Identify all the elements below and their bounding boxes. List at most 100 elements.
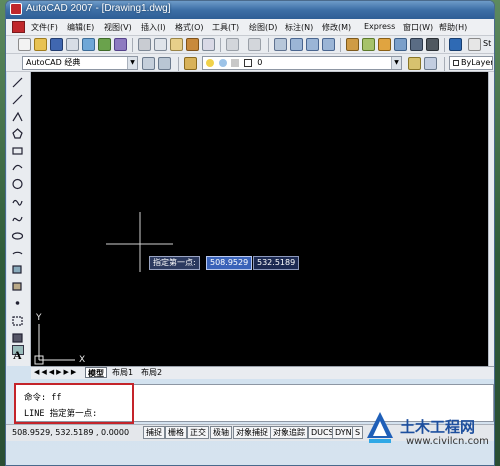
revision-cloud-icon xyxy=(12,199,23,206)
lightbulb-icon xyxy=(206,58,214,67)
redo-icon[interactable] xyxy=(248,38,261,51)
osnap-toggle[interactable]: 对象捕捉 xyxy=(233,426,271,439)
sheet-set-icon[interactable] xyxy=(394,38,407,51)
quick-calc-icon[interactable] xyxy=(426,38,439,51)
polygon-icon xyxy=(12,128,23,139)
otrack-toggle[interactable]: 对象追踪 xyxy=(270,426,308,439)
make-block-icon xyxy=(12,282,22,291)
tab-navigation-arrows[interactable]: ◀◀◀▶▶▶ xyxy=(34,368,78,376)
design-center-icon[interactable] xyxy=(362,38,375,51)
hatch-icon xyxy=(12,316,23,326)
copy-icon[interactable] xyxy=(154,38,167,51)
3d-dwf-icon[interactable] xyxy=(114,38,127,51)
chevron-down-icon[interactable]: ▼ xyxy=(391,57,401,69)
block-editor-icon[interactable] xyxy=(202,38,215,51)
menu-edit[interactable]: 编辑(E) xyxy=(67,22,94,33)
layer-manager-icon[interactable] xyxy=(184,57,197,70)
menu-tools[interactable]: 工具(T) xyxy=(212,22,239,33)
toolbar-separator xyxy=(444,38,445,52)
snap-toggle[interactable]: 捕捉 xyxy=(143,426,165,439)
pan-icon[interactable] xyxy=(274,38,287,51)
color-control-select[interactable]: ByLayer xyxy=(449,56,493,70)
new-file-icon[interactable] xyxy=(18,38,31,51)
plot-preview-icon[interactable] xyxy=(82,38,95,51)
toolbar-separator xyxy=(268,38,269,52)
dynamic-input-x-field[interactable]: 508.9529 xyxy=(206,256,253,270)
lock-icon xyxy=(231,58,240,67)
dynamic-input-prompt: 指定第一点: xyxy=(149,256,200,270)
styles-toolbar-label: St xyxy=(483,39,492,48)
linetype-value: ByLayer xyxy=(461,58,493,67)
grid-toggle[interactable]: 栅格 xyxy=(165,426,187,439)
multiline-text-icon[interactable]: A xyxy=(13,349,22,361)
toolbar-separator xyxy=(444,57,445,71)
spline-icon xyxy=(12,216,23,222)
lineweight-toggle[interactable]: S xyxy=(352,426,364,439)
watermark-logo-icon xyxy=(367,412,393,443)
workspace-settings-icon[interactable] xyxy=(142,57,155,70)
tool-palettes-icon[interactable] xyxy=(378,38,391,51)
menu-window[interactable]: 窗口(W) xyxy=(403,22,433,33)
chevron-down-icon[interactable]: ▼ xyxy=(127,57,137,69)
menu-draw[interactable]: 绘图(D) xyxy=(249,22,277,33)
menu-help[interactable]: 帮助(H) xyxy=(439,22,467,33)
tab-model[interactable]: 模型 xyxy=(85,367,107,378)
polyline-icon xyxy=(12,111,23,122)
menu-view[interactable]: 视图(V) xyxy=(104,22,132,33)
color-swatch xyxy=(453,59,459,66)
toolbar-separator xyxy=(178,57,179,71)
polar-toggle[interactable]: 极轴 xyxy=(210,426,232,439)
arc-icon xyxy=(12,164,23,171)
print-icon[interactable] xyxy=(66,38,79,51)
zoom-window-icon[interactable] xyxy=(306,38,319,51)
gradient-icon xyxy=(12,333,23,343)
menu-insert[interactable]: 插入(I) xyxy=(141,22,166,33)
point-icon xyxy=(15,301,20,305)
coordinate-readout: 508.9529, 532.5189 , 0.0000 xyxy=(12,428,130,437)
tab-layout2[interactable]: 布局2 xyxy=(139,367,164,378)
workspace-value: AutoCAD 经典 xyxy=(26,58,81,67)
ortho-toggle[interactable]: 正交 xyxy=(187,426,209,439)
dynamic-input-y-field[interactable]: 532.5189 xyxy=(253,256,300,270)
autocad-app-icon xyxy=(10,3,22,15)
menu-format[interactable]: 格式(O) xyxy=(175,22,204,33)
markup-set-icon[interactable] xyxy=(410,38,423,51)
cut-icon[interactable] xyxy=(138,38,151,51)
match-properties-icon[interactable] xyxy=(186,38,199,51)
menu-file[interactable]: 文件(F) xyxy=(31,22,58,33)
publish-icon[interactable] xyxy=(98,38,111,51)
watermark-name: 土木工程网 xyxy=(400,418,476,436)
workspace-save-icon[interactable] xyxy=(158,57,171,70)
toolbar-separator xyxy=(132,38,133,52)
workspace-select[interactable]: AutoCAD 经典 ▼ xyxy=(22,56,138,70)
make-current-layer-icon[interactable] xyxy=(408,57,421,70)
tab-layout1[interactable]: 布局1 xyxy=(110,367,135,378)
circle-icon xyxy=(12,178,23,190)
help-icon[interactable] xyxy=(449,38,462,51)
layer-select[interactable]: 0 ▼ xyxy=(202,56,402,70)
save-icon[interactable] xyxy=(50,38,63,51)
layer-color-swatch xyxy=(243,58,252,67)
menu-dimension[interactable]: 标注(N) xyxy=(285,22,313,33)
toolbar-separator xyxy=(340,38,341,52)
layer-previous-icon[interactable] xyxy=(424,57,437,70)
line-icon xyxy=(12,77,23,88)
menu-express[interactable]: Express xyxy=(364,22,395,31)
undo-icon[interactable] xyxy=(226,38,239,51)
layer-value: 0 xyxy=(257,58,263,67)
paste-icon[interactable] xyxy=(170,38,183,51)
menu-modify[interactable]: 修改(M) xyxy=(322,22,351,33)
style-icon[interactable] xyxy=(468,38,481,51)
window-title: AutoCAD 2007 - [Drawing1.dwg] xyxy=(26,3,171,14)
ucs-y-label: Y xyxy=(36,313,42,323)
open-folder-icon[interactable] xyxy=(34,38,47,51)
zoom-previous-icon[interactable] xyxy=(322,38,335,51)
properties-icon[interactable] xyxy=(346,38,359,51)
zoom-realtime-icon[interactable] xyxy=(290,38,303,51)
sun-icon xyxy=(218,58,227,67)
watermark-url: www.civilcn.com xyxy=(406,436,489,447)
vertical-scrollbar[interactable] xyxy=(488,72,494,372)
ucs-x-label: X xyxy=(79,355,86,365)
document-menu-icon[interactable] xyxy=(12,21,25,33)
insert-block-icon xyxy=(12,265,22,274)
